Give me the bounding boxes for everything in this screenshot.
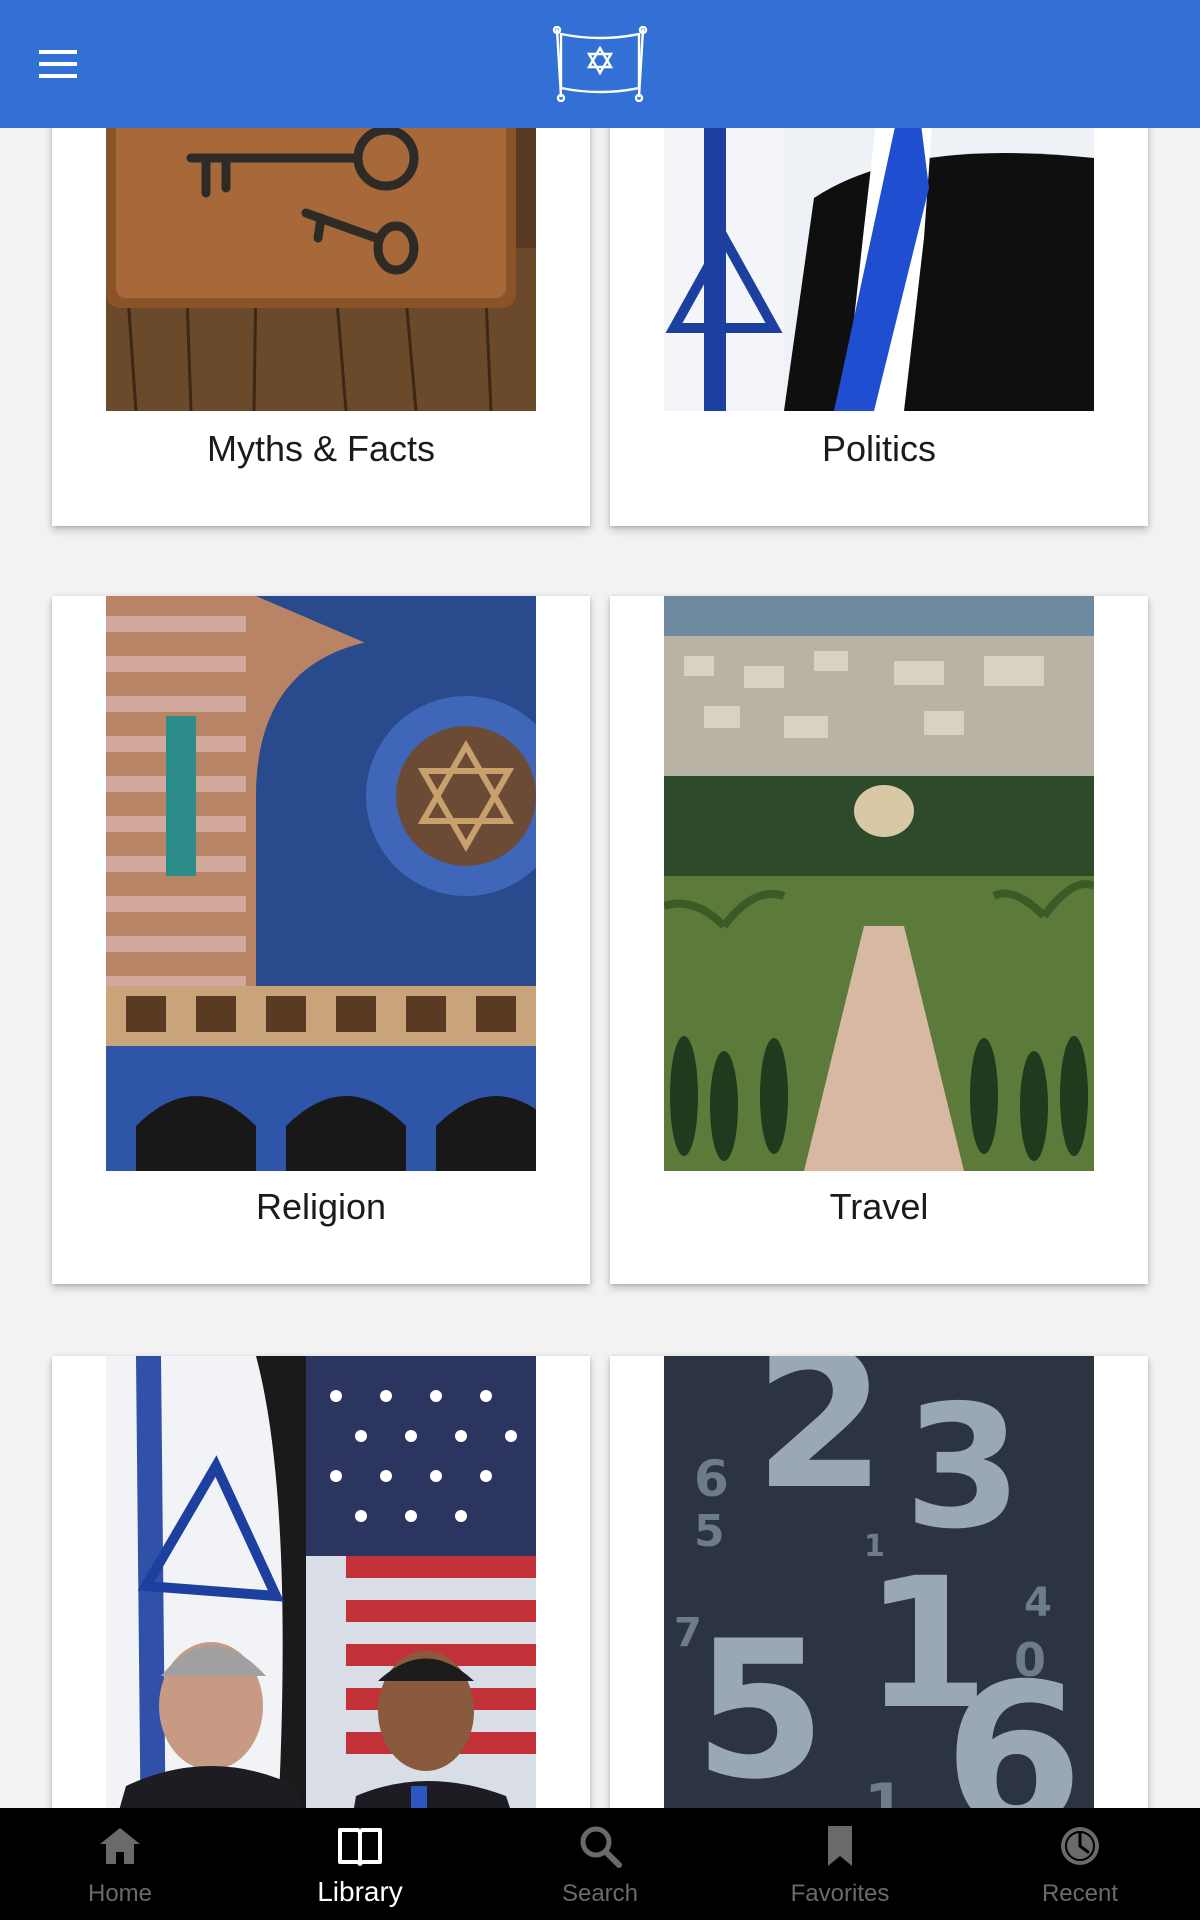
card-politics[interactable]: Politics [610, 128, 1148, 526]
card-myths-facts[interactable]: Myths & Facts [52, 128, 590, 526]
bookmark-icon [828, 1826, 852, 1866]
app-bar [0, 0, 1200, 128]
svg-text:5: 5 [694, 1506, 725, 1557]
scroll-star-of-david-logo [552, 26, 648, 102]
svg-text:1: 1 [864, 1529, 885, 1564]
clock-icon [1061, 1827, 1099, 1865]
nav-label: Recent [1041, 1880, 1119, 1907]
svg-text:3: 3 [904, 1369, 1022, 1567]
search-icon [580, 1826, 622, 1868]
card-image [664, 128, 1094, 411]
card-image [664, 596, 1094, 1171]
svg-text:6: 6 [694, 1450, 729, 1508]
nav-label: Home [87, 1880, 153, 1907]
nav-search[interactable]: Search [480, 1808, 720, 1920]
card-image: 2 3 5 1 6 6 5 4 0 7 1 1 [664, 1356, 1094, 1808]
card-travel[interactable]: Travel [610, 596, 1148, 1284]
nav-label: Library [317, 1876, 403, 1907]
card-label: Myths & Facts [206, 428, 436, 469]
svg-text:1: 1 [864, 1771, 906, 1808]
svg-text:0: 0 [1014, 1633, 1046, 1687]
nav-label: Search [561, 1880, 639, 1907]
book-icon [338, 1828, 382, 1866]
card-image [106, 1356, 536, 1808]
card-image [106, 128, 536, 411]
bottom-navigation: Home Library Search Favorites Recent [0, 1808, 1200, 1920]
card-leaders[interactable] [52, 1356, 590, 1808]
hamburger-menu-icon [39, 50, 77, 78]
nav-recent[interactable]: Recent [960, 1808, 1200, 1920]
card-image [106, 596, 536, 1171]
svg-text:2: 2 [754, 1356, 886, 1531]
svg-text:7: 7 [674, 1610, 702, 1656]
nav-library[interactable]: Library [240, 1808, 480, 1920]
hamburger-menu-button[interactable] [30, 36, 86, 92]
card-label: Politics [821, 428, 937, 469]
library-grid: Myths & Facts Politics Religion Travel 2… [0, 128, 1200, 1808]
nav-home[interactable]: Home [0, 1808, 240, 1920]
card-label: Travel [829, 1186, 929, 1227]
svg-text:4: 4 [1024, 1580, 1052, 1626]
svg-text:5: 5 [694, 1600, 826, 1808]
nav-favorites[interactable]: Favorites [720, 1808, 960, 1920]
home-icon [100, 1828, 140, 1864]
card-label: Religion [255, 1186, 387, 1227]
card-religion[interactable]: Religion [52, 596, 590, 1284]
card-numbers[interactable]: 2 3 5 1 6 6 5 4 0 7 1 1 [610, 1356, 1148, 1808]
nav-label: Favorites [790, 1880, 890, 1907]
